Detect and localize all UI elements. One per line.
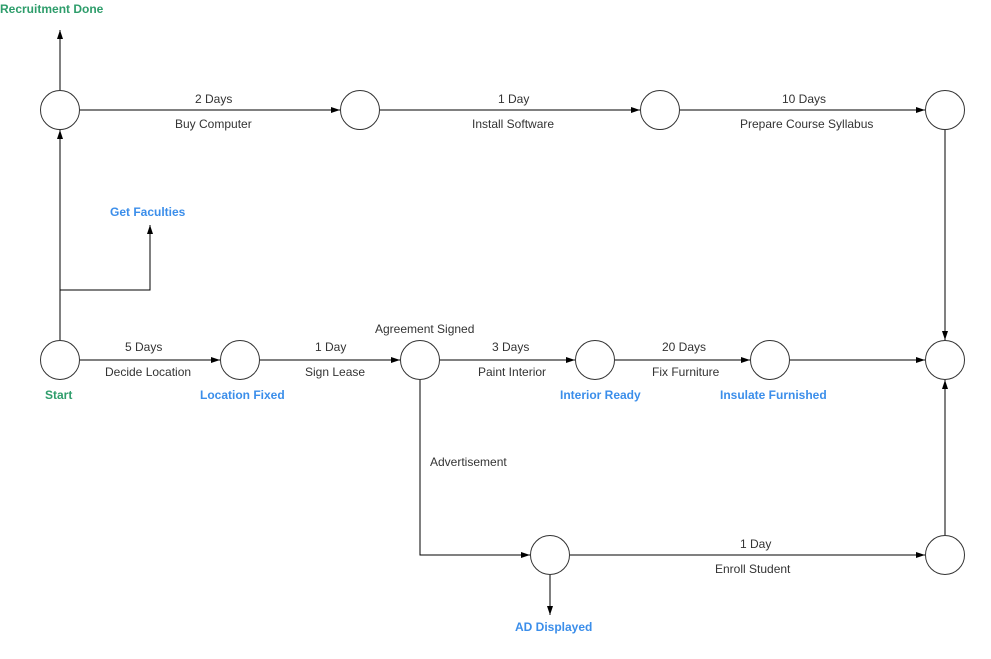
- edge-fix-furniture-task: Fix Furniture: [652, 365, 719, 379]
- edge-install-software-duration: 1 Day: [498, 92, 529, 106]
- label-start: Start: [45, 388, 72, 402]
- edge-enroll-student-task: Enroll Student: [715, 562, 790, 576]
- node-top-2: [340, 90, 380, 130]
- edge-sign-lease-task: Sign Lease: [305, 365, 365, 379]
- node-top-4: [925, 90, 965, 130]
- node-ad: [530, 535, 570, 575]
- edge-paint-interior-duration: 3 Days: [492, 340, 529, 354]
- edge-prepare-syllabus-duration: 10 Days: [782, 92, 826, 106]
- label-ad-displayed: AD Displayed: [515, 620, 592, 634]
- node-start: [40, 340, 80, 380]
- node-interior-ready: [575, 340, 615, 380]
- label-insulate-furnished: Insulate Furnished: [720, 388, 827, 402]
- edge-decide-location-task: Decide Location: [105, 365, 191, 379]
- label-get-faculties: Get Faculties: [110, 205, 185, 219]
- label-agreement-signed: Agreement Signed: [375, 322, 474, 336]
- edge-buy-computer-duration: 2 Days: [195, 92, 232, 106]
- edge-advertisement-task: Advertisement: [430, 455, 507, 469]
- edge-paint-interior-task: Paint Interior: [478, 365, 546, 379]
- node-location-fixed: [220, 340, 260, 380]
- edge-prepare-syllabus-task: Prepare Course Syllabus: [740, 117, 873, 131]
- node-agreement-signed: [400, 340, 440, 380]
- edge-decide-location-duration: 5 Days: [125, 340, 162, 354]
- node-top-left: [40, 90, 80, 130]
- node-top-3: [640, 90, 680, 130]
- node-insulate-furnished: [750, 340, 790, 380]
- edge-buy-computer-task: Buy Computer: [175, 117, 252, 131]
- edge-sign-lease-duration: 1 Day: [315, 340, 346, 354]
- label-interior-ready: Interior Ready: [560, 388, 641, 402]
- node-enroll-end: [925, 535, 965, 575]
- title-recruitment-done: Recruitment Done: [0, 2, 103, 16]
- diagram-arrows: [0, 0, 991, 659]
- edge-fix-furniture-duration: 20 Days: [662, 340, 706, 354]
- edge-install-software-task: Install Software: [472, 117, 554, 131]
- node-end-merge: [925, 340, 965, 380]
- label-location-fixed: Location Fixed: [200, 388, 285, 402]
- edge-enroll-student-duration: 1 Day: [740, 537, 771, 551]
